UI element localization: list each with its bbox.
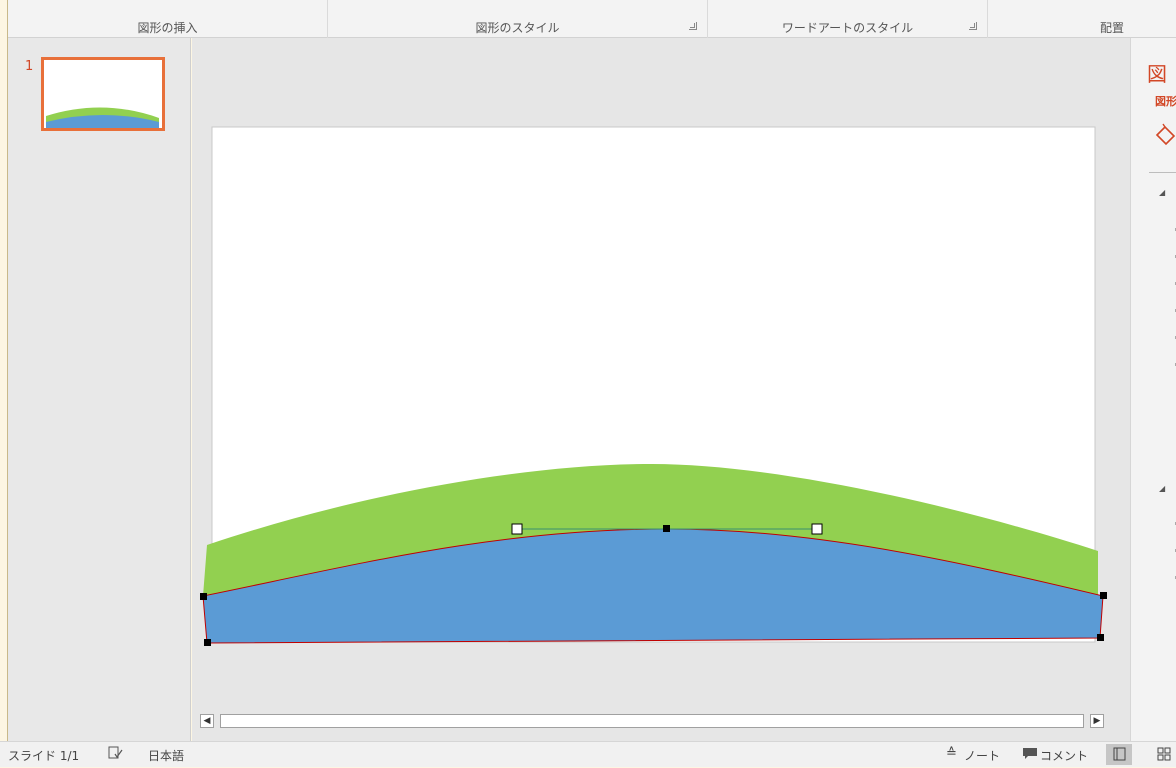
language-indicator[interactable]: 日本語 — [148, 747, 184, 764]
collapse-caret-icon[interactable]: ◢ — [1159, 484, 1165, 493]
group-arrange: 配置 — [988, 0, 1176, 38]
slide-thumbnail[interactable] — [41, 57, 165, 131]
scroll-left-icon[interactable]: ◀ — [200, 714, 214, 728]
comment-icon — [1022, 747, 1038, 764]
slide-number: 1 — [25, 59, 34, 74]
format-shape-pane: 図 図形 ◢ ◢ — [1130, 38, 1176, 741]
edit-point-bottom-right[interactable] — [1097, 634, 1104, 641]
group-label-insert-shapes: 図形の挿入 — [137, 21, 198, 35]
notes-label: ノート — [964, 749, 1001, 763]
slide-sorter-icon — [1157, 747, 1171, 761]
slide-editor: ◀ ▶ — [192, 38, 1130, 741]
edit-point-right[interactable] — [1100, 592, 1107, 599]
comments-label: コメント — [1040, 749, 1089, 763]
dialog-launcher-icon[interactable] — [969, 22, 977, 30]
window-frame — [0, 0, 8, 767]
group-label-shape-styles: 図形のスタイル — [475, 21, 560, 35]
pane-divider — [1149, 172, 1176, 173]
slide-thumbnail-pane: 1 — [8, 38, 191, 741]
bezier-handle-left[interactable] — [511, 523, 523, 535]
group-label-wordart-styles: ワードアートのスタイル — [781, 21, 914, 35]
thumbnail-preview — [46, 107, 159, 128]
spellcheck-icon[interactable] — [108, 745, 124, 764]
group-label-arrange: 配置 — [1100, 21, 1125, 35]
ribbon-group-labels: 図形の挿入 図形のスタイル ワードアートのスタイル 配置 — [8, 0, 1176, 38]
group-wordart-styles: ワードアートのスタイル — [708, 0, 988, 38]
bezier-handle-right[interactable] — [811, 523, 823, 535]
scroll-right-icon[interactable]: ▶ — [1090, 714, 1104, 728]
edit-point-left[interactable] — [200, 593, 207, 600]
notes-icon: ≙ — [946, 746, 957, 761]
normal-view-icon — [1113, 747, 1126, 761]
status-bar: スライド 1/1 日本語 ≙ ノート コメント — [0, 741, 1176, 767]
slide-sorter-button[interactable] — [1150, 744, 1176, 765]
horizontal-scrollbar[interactable]: ◀ ▶ — [200, 714, 1104, 732]
paint-bucket-icon[interactable] — [1153, 122, 1176, 148]
normal-view-button[interactable] — [1106, 744, 1132, 765]
edit-point-top[interactable] — [663, 525, 670, 532]
slide-canvas — [200, 126, 1107, 646]
scroll-track[interactable] — [220, 714, 1084, 728]
group-insert-shapes: 図形の挿入 — [8, 0, 328, 38]
edit-point-bottom-left[interactable] — [204, 639, 211, 646]
dialog-launcher-icon[interactable] — [689, 22, 697, 30]
collapse-caret-icon[interactable]: ◢ — [1159, 188, 1165, 197]
slide-indicator: スライド 1/1 — [8, 749, 80, 763]
group-shape-styles: 図形のスタイル — [328, 0, 708, 38]
pane-subtitle[interactable]: 図形 — [1155, 93, 1176, 109]
pane-title: 図 — [1147, 62, 1167, 86]
